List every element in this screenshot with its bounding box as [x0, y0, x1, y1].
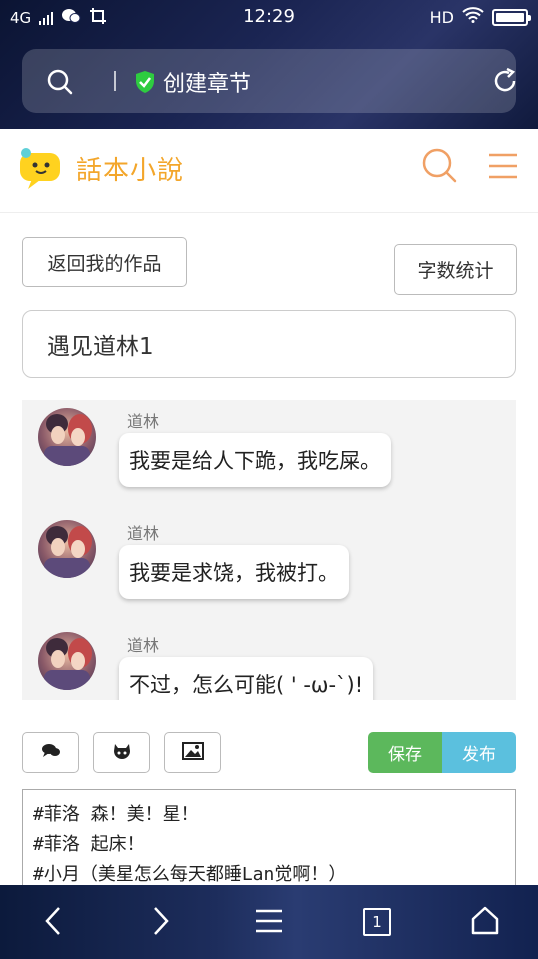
github-cat-icon [112, 742, 132, 764]
editor-line: #菲洛 森！美！星！ [33, 804, 199, 825]
chat-message: 道林 我要是求饶，我被打。 [22, 516, 516, 628]
chapter-title-input[interactable]: 遇见道林1 [22, 310, 516, 378]
home-icon[interactable] [470, 905, 500, 939]
battery-icon [492, 8, 531, 26]
chat-message: 道林 不过，怎么可能( ' -ω-`)! [22, 628, 516, 700]
back-icon[interactable] [42, 905, 64, 941]
chat-preview: 道林 我要是给人下跪，我吃屎。 道林 我要是求饶，我被打。 道林 不过，怎么可能… [22, 400, 516, 700]
editor-line: #菲洛 起床！ [33, 834, 145, 855]
tabs-button[interactable]: 1 [363, 908, 391, 936]
avatar [38, 408, 96, 466]
site-logo-text[interactable]: 話本小說 [76, 150, 184, 187]
logo-icon[interactable] [18, 145, 66, 197]
publish-button[interactable]: 发布 [442, 732, 516, 773]
search-icon[interactable] [47, 69, 73, 99]
wifi-icon [462, 7, 484, 27]
word-count-button[interactable]: 字数统计 [394, 244, 517, 295]
message-bubble: 不过，怎么可能( ' -ω-`)! [119, 657, 374, 700]
search-icon[interactable] [421, 147, 457, 187]
hd-label: HD [429, 7, 454, 27]
menu-icon[interactable] [255, 909, 283, 937]
chat-message: 道林 我要是给人下跪，我吃屎。 [22, 404, 516, 516]
page-title[interactable]: 创建章节 [163, 66, 251, 98]
character-tool-button[interactable] [93, 732, 150, 773]
reload-icon[interactable] [491, 67, 519, 99]
speaker-name: 道林 [127, 524, 160, 543]
browser-bottom-nav: 1 [0, 885, 538, 959]
site-header: 話本小說 [0, 129, 538, 213]
status-bar: 4G 12:29 HD [0, 0, 538, 34]
image-tool-button[interactable] [164, 732, 221, 773]
back-to-works-button[interactable]: 返回我的作品 [22, 237, 187, 287]
message-bubble: 我要是求饶，我被打。 [119, 545, 349, 599]
speaker-name: 道林 [127, 412, 160, 431]
avatar [38, 632, 96, 690]
dialogue-tool-button[interactable] [22, 732, 79, 773]
menu-icon[interactable] [488, 153, 518, 183]
address-bar[interactable]: 创建章节 [22, 49, 516, 113]
script-editor[interactable]: #菲洛 森！美！星！ #菲洛 起床！ #小月（美星怎么每天都睡Lan觉啊！） [22, 789, 516, 899]
chat-icon [41, 743, 61, 763]
browser-chrome: 4G 12:29 HD 创建章节 [0, 0, 538, 129]
divider [114, 71, 116, 91]
avatar [38, 520, 96, 578]
shield-icon [134, 70, 156, 98]
image-icon [181, 741, 204, 764]
speaker-name: 道林 [127, 636, 160, 655]
save-button[interactable]: 保存 [368, 732, 442, 773]
message-bubble: 我要是给人下跪，我吃屎。 [119, 433, 391, 487]
forward-icon[interactable] [150, 905, 172, 941]
